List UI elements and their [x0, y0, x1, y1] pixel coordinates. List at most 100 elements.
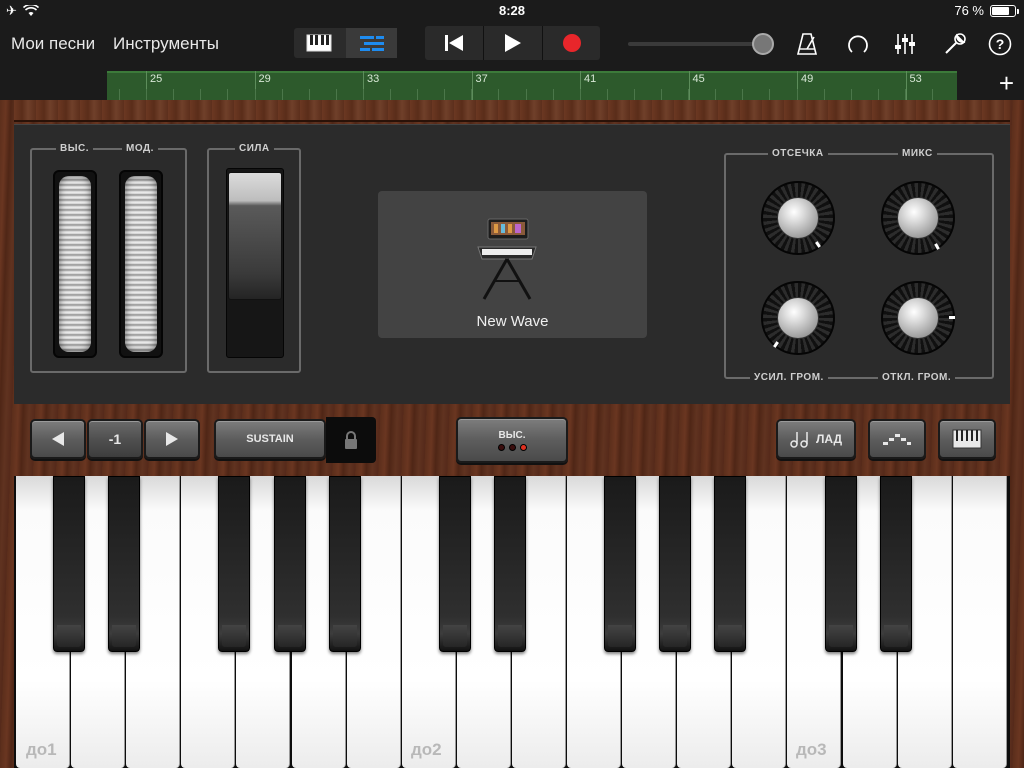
cutoff-knob[interactable]	[757, 177, 839, 259]
beat-tick	[227, 89, 229, 100]
keyboard-layout-button[interactable]	[938, 419, 996, 459]
velocity-label: СИЛА	[235, 143, 274, 154]
mixer-button[interactable]	[890, 30, 920, 58]
wood-top-trim	[14, 100, 1010, 122]
beat-tick	[444, 89, 446, 100]
beat-tick	[146, 89, 148, 100]
black-key[interactable]	[108, 476, 141, 652]
black-key[interactable]	[493, 476, 526, 652]
pitch-leds	[497, 443, 527, 451]
master-volume-knob[interactable]	[752, 33, 774, 55]
beat-tick	[552, 89, 554, 100]
beat-tick	[688, 89, 690, 100]
beat-tick	[173, 89, 175, 100]
timeline-ruler[interactable]: + 25 29 33 37 41 45 49 53	[0, 64, 1024, 100]
scale-button[interactable]: ЛАД	[776, 419, 856, 459]
my-songs-button[interactable]: Мои песни	[11, 34, 95, 54]
loop-icon	[848, 35, 868, 53]
beat-tick	[362, 89, 364, 100]
mix-knob[interactable]	[877, 177, 959, 259]
battery-icon	[990, 4, 1019, 17]
black-key[interactable]	[714, 476, 747, 652]
bar-number: 53	[909, 73, 922, 85]
beat-tick	[715, 89, 717, 100]
beat-tick	[335, 89, 337, 100]
white-key[interactable]	[952, 476, 1007, 768]
keyboard-stand-icon	[477, 218, 537, 300]
pitch-mode-label: ВЫС.	[498, 429, 526, 441]
music-note-icon	[790, 432, 808, 448]
toolbar: Мои песни Инструменты 1 ?	[0, 22, 1024, 80]
arpeggiator-button[interactable]	[868, 419, 926, 459]
help-button[interactable]: ?	[985, 30, 1015, 58]
velocity-slider-handle[interactable]	[228, 172, 282, 300]
pitch-mode-button[interactable]: ВЫС.	[456, 417, 568, 463]
rewind-button[interactable]	[425, 26, 483, 60]
octave-value: -1	[87, 419, 143, 459]
sustain-button[interactable]: SUSTAIN	[214, 419, 326, 459]
beat-tick	[904, 89, 906, 100]
octave-up-button[interactable]	[144, 419, 200, 459]
help-icon: ?	[988, 32, 1012, 56]
black-key[interactable]	[328, 476, 361, 652]
gain-knob[interactable]	[757, 277, 839, 359]
beat-tick	[525, 89, 527, 100]
instrument-preview[interactable]: New Wave	[378, 191, 647, 338]
play-button[interactable]	[484, 26, 542, 60]
bar-number: 25	[150, 73, 163, 85]
black-key[interactable]	[218, 476, 251, 652]
record-button[interactable]	[543, 26, 601, 60]
bar-number: 41	[584, 73, 597, 85]
black-key[interactable]	[604, 476, 637, 652]
beat-tick	[606, 89, 608, 100]
play-icon	[505, 34, 521, 52]
octave-label-c1: до1	[26, 740, 57, 759]
mix-label: МИКС	[898, 148, 937, 159]
instruments-button[interactable]: Инструменты	[113, 34, 219, 54]
settings-button[interactable]	[940, 30, 970, 58]
piano-keys-icon	[306, 34, 332, 52]
tracks-view-button[interactable]	[346, 28, 397, 58]
octave-down-button[interactable]	[30, 419, 86, 459]
loops-button[interactable]	[843, 30, 873, 58]
gain-label: УСИЛ. ГРОМ.	[750, 372, 828, 383]
bar-number: 49	[801, 73, 814, 85]
pitch-wheel-label: ВЫС.	[56, 143, 94, 154]
add-section-button[interactable]: +	[999, 70, 1014, 96]
beat-tick	[281, 89, 283, 100]
scale-label: ЛАД	[815, 432, 843, 446]
beat-tick	[877, 89, 879, 100]
master-volume-track[interactable]	[628, 42, 763, 46]
release-knob[interactable]	[877, 277, 959, 359]
status-bar: ✈ 8:28 76 %	[0, 0, 1024, 22]
black-key[interactable]	[53, 476, 86, 652]
triangle-left-icon	[52, 432, 64, 446]
beat-tick	[498, 89, 500, 100]
cutoff-label: ОТСЕЧКА	[768, 148, 828, 159]
black-key[interactable]	[273, 476, 306, 652]
black-key[interactable]	[879, 476, 912, 652]
beat-tick	[932, 89, 933, 100]
preset-name: New Wave	[476, 313, 549, 330]
pitch-wheel[interactable]	[53, 170, 97, 358]
bar-number: 33	[367, 73, 380, 85]
mod-wheel[interactable]	[119, 170, 163, 358]
beat-tick	[823, 89, 825, 100]
track-region[interactable]	[107, 71, 957, 100]
black-key[interactable]	[824, 476, 857, 652]
sustain-lock-button[interactable]	[326, 417, 376, 463]
beat-tick	[200, 89, 202, 100]
clock: 8:28	[498, 3, 526, 18]
metronome-button[interactable]	[792, 30, 822, 58]
mod-wheel-label: МОД.	[122, 143, 158, 154]
wrench-icon	[945, 33, 966, 54]
beat-tick	[254, 89, 256, 100]
beat-tick	[417, 89, 419, 100]
beat-tick	[633, 89, 635, 100]
battery-percent: 76 %	[954, 3, 984, 18]
bar-number: 29	[258, 73, 271, 85]
black-key[interactable]	[659, 476, 692, 652]
black-key[interactable]	[438, 476, 471, 652]
keyboard-view-button[interactable]	[294, 28, 344, 58]
metronome-icon	[796, 33, 818, 55]
